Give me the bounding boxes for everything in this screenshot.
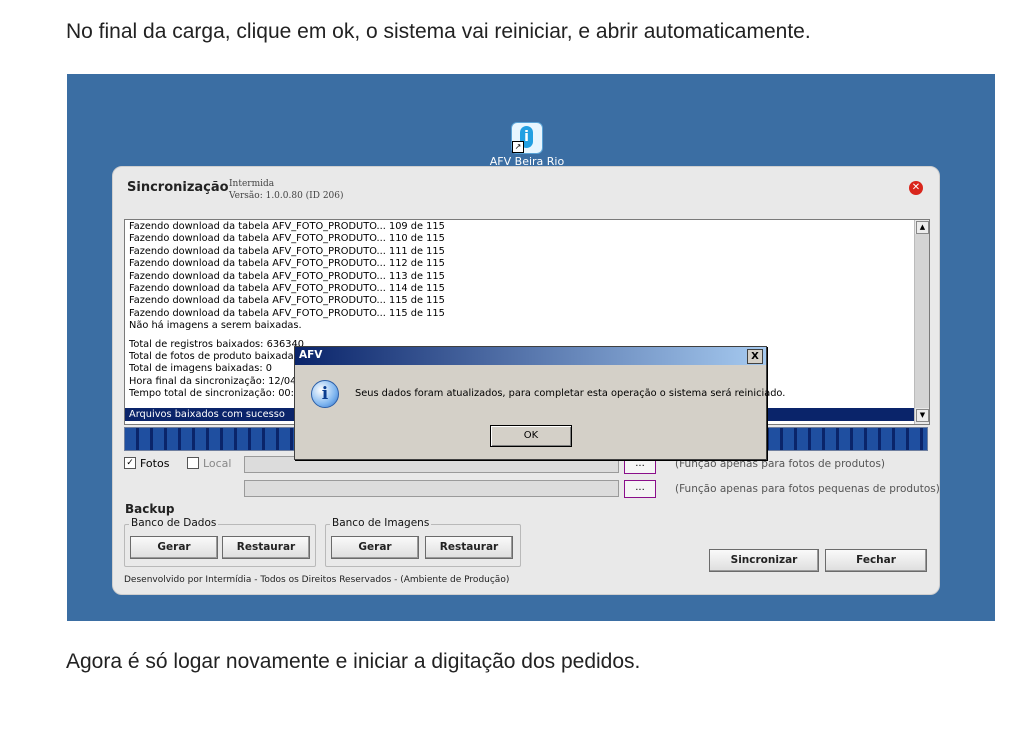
db-restaurar-button[interactable]: Restaurar [222, 536, 310, 559]
database-group: Banco de Dados Gerar Restaurar [124, 517, 316, 567]
small-photos-hint: (Função apenas para fotos pequenas de pr… [675, 483, 940, 495]
img-gerar-button[interactable]: Gerar [331, 536, 419, 559]
log-line: Fazendo download da tabela AFV_FOTO_PROD… [129, 233, 445, 245]
local-label: Local [202, 456, 232, 470]
database-group-label: Banco de Dados [129, 517, 219, 529]
company-info: Intermida Versão: 1.0.0.80 (ID 206) [229, 178, 344, 202]
log-line: Fazendo download da tabela AFV_FOTO_PROD… [129, 221, 445, 232]
scroll-down-icon[interactable]: ▼ [916, 409, 929, 422]
backup-heading: Backup [125, 502, 175, 516]
scroll-up-icon[interactable]: ▲ [916, 221, 929, 234]
small-photo-path-field[interactable] [244, 480, 619, 497]
local-checkbox[interactable] [186, 457, 199, 469]
fechar-button[interactable]: Fechar [825, 549, 927, 572]
scroll-track[interactable] [915, 234, 929, 408]
shortcut-arrow-icon: ↗ [512, 141, 524, 153]
browse-small-photos-button[interactable]: ... [624, 480, 656, 498]
dialog-close-button[interactable]: X [747, 349, 763, 364]
img-restaurar-button[interactable]: Restaurar [425, 536, 513, 559]
dialog-title: AFV [299, 349, 323, 361]
embedded-screenshot: i ↗ AFV Beira Rio Sincronização Intermid… [67, 74, 995, 621]
images-group-label: Banco de Imagens [330, 517, 432, 529]
log-line: Fazendo download da tabela AFV_FOTO_PROD… [129, 258, 445, 270]
restart-dialog: AFV X i Seus dados foram atualizados, pa… [294, 346, 785, 460]
log-line: Fazendo download da tabela AFV_FOTO_PROD… [129, 245, 445, 257]
images-group: Banco de Imagens Gerar Restaurar [325, 517, 521, 567]
sincronizar-button[interactable]: Sincronizar [709, 549, 819, 572]
fotos-label: Fotos [140, 456, 170, 470]
db-gerar-button[interactable]: Gerar [130, 536, 218, 559]
desktop-shortcut[interactable]: i ↗ AFV Beira Rio [490, 122, 564, 168]
dialog-titlebar: AFV X [295, 347, 766, 365]
log-line: Não há imagens a serem baixadas. [129, 320, 302, 332]
instruction-text-top: No final da carga, clique em ok, o siste… [66, 20, 811, 43]
version-text: Versão: 1.0.0.80 (ID 206) [229, 191, 344, 201]
log-scrollbar[interactable]: ▲ ▼ [914, 220, 929, 424]
company-name: Intermida [229, 179, 275, 189]
log-line: Fazendo download da tabela AFV_FOTO_PROD… [129, 295, 445, 307]
log-line: Fazendo download da tabela AFV_FOTO_PROD… [129, 307, 445, 319]
fotos-checkbox[interactable]: ✓ [124, 457, 136, 469]
afv-app-icon: i ↗ [511, 122, 543, 154]
close-icon[interactable]: ✕ [909, 181, 923, 195]
log-line: Fazendo download da tabela AFV_FOTO_PROD… [129, 282, 445, 294]
ok-button[interactable]: OK [490, 425, 572, 447]
window-title: Sincronização [127, 180, 229, 195]
info-icon: i [311, 380, 339, 408]
photo-options: ✓ Fotos Local [124, 456, 245, 470]
log-line: Fazendo download da tabela AFV_FOTO_PROD… [129, 270, 445, 282]
instruction-text-bottom: Agora é só logar novamente e iniciar a d… [66, 650, 641, 673]
dialog-message: Seus dados foram atualizados, para compl… [355, 388, 786, 399]
footer-note: Desenvolvido por Intermídia - Todos os D… [124, 575, 510, 585]
